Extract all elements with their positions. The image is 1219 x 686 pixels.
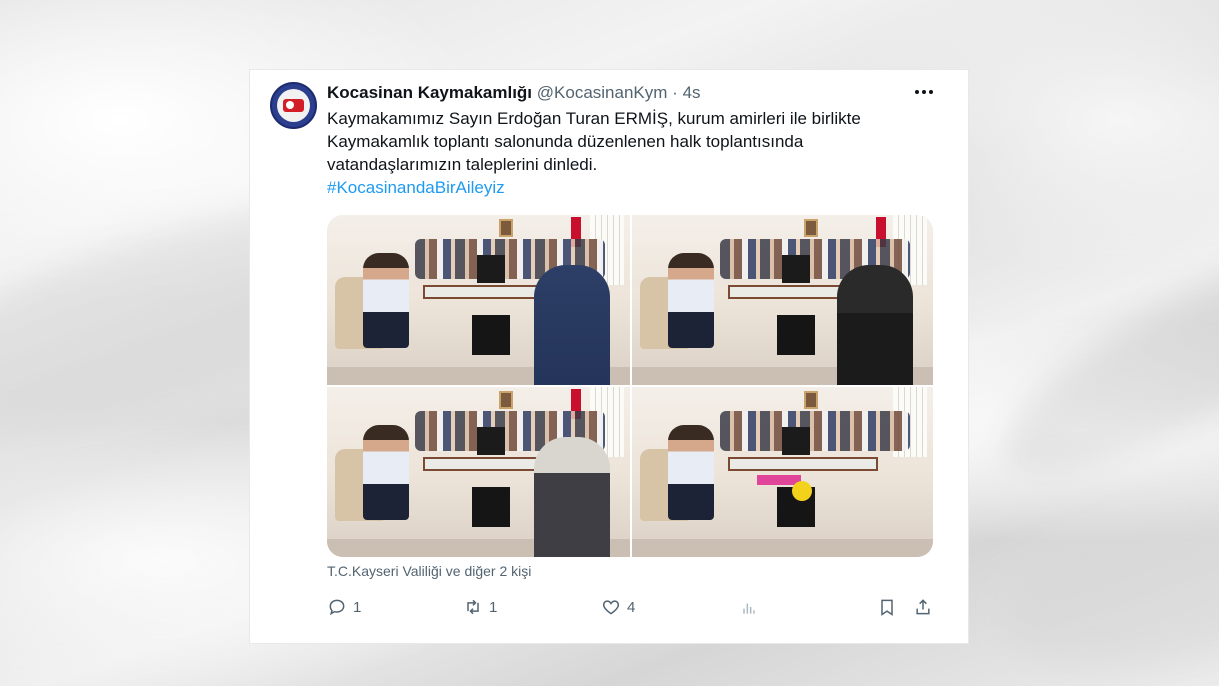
- liked-by-text[interactable]: T.C.Kayseri Valiliği ve diğer 2 kişi: [327, 563, 531, 579]
- background-fold: [989, 484, 1219, 686]
- tweet-text-line: Kaymakamımız Sayın Erdoğan Turan ERMİŞ, …: [327, 109, 861, 128]
- retweet-count: 1: [489, 598, 498, 616]
- tweet-card[interactable]: Kocasinan Kaymakamlığı @KocasinanKym · 4…: [249, 69, 969, 644]
- separator-dot: ·: [672, 83, 678, 102]
- retweet-button[interactable]: 1: [463, 594, 497, 620]
- author-handle[interactable]: @KocasinanKym: [537, 83, 668, 102]
- tweet-text-line: vatandaşlarımızın taleplerini dinledi.: [327, 155, 598, 174]
- photo-2[interactable]: [632, 215, 933, 385]
- more-icon[interactable]: [912, 80, 936, 104]
- like-icon: [602, 600, 620, 615]
- photo-3[interactable]: [327, 387, 630, 557]
- share-button[interactable]: [913, 594, 933, 620]
- tweet-text: Kaymakamımız Sayın Erdoğan Turan ERMİŞ, …: [327, 107, 927, 199]
- reply-icon: [329, 599, 345, 616]
- bookmark-icon: [881, 599, 893, 616]
- more-dot: [929, 90, 933, 94]
- tweet-time[interactable]: 4s: [683, 83, 701, 102]
- media-grid: [327, 215, 933, 557]
- photo-4[interactable]: [632, 387, 933, 557]
- views-button[interactable]: [739, 594, 759, 620]
- reply-button[interactable]: 1: [327, 594, 361, 620]
- share-icon: [916, 599, 930, 615]
- more-dot: [922, 90, 926, 94]
- reply-count: 1: [353, 598, 362, 616]
- tweet-text-line: Kaymakamlık toplantı salonunda düzenlene…: [327, 132, 804, 151]
- action-bar: 1 1 4: [327, 594, 937, 620]
- more-dot: [915, 90, 919, 94]
- photo-1[interactable]: [327, 215, 630, 385]
- like-button[interactable]: 4: [601, 594, 635, 620]
- tweet-header: Kocasinan Kaymakamlığı @KocasinanKym · 4…: [327, 83, 701, 103]
- bookmark-button[interactable]: [877, 594, 897, 620]
- like-count: 4: [627, 598, 636, 616]
- hashtag-link[interactable]: #KocasinandaBirAileyiz: [327, 176, 927, 199]
- views-icon: [743, 603, 755, 614]
- author-name[interactable]: Kocasinan Kaymakamlığı: [327, 83, 532, 102]
- retweet-icon: [467, 599, 479, 615]
- background-fold: [976, 208, 1219, 512]
- avatar[interactable]: [270, 82, 317, 129]
- avatar-crescent: [286, 101, 294, 109]
